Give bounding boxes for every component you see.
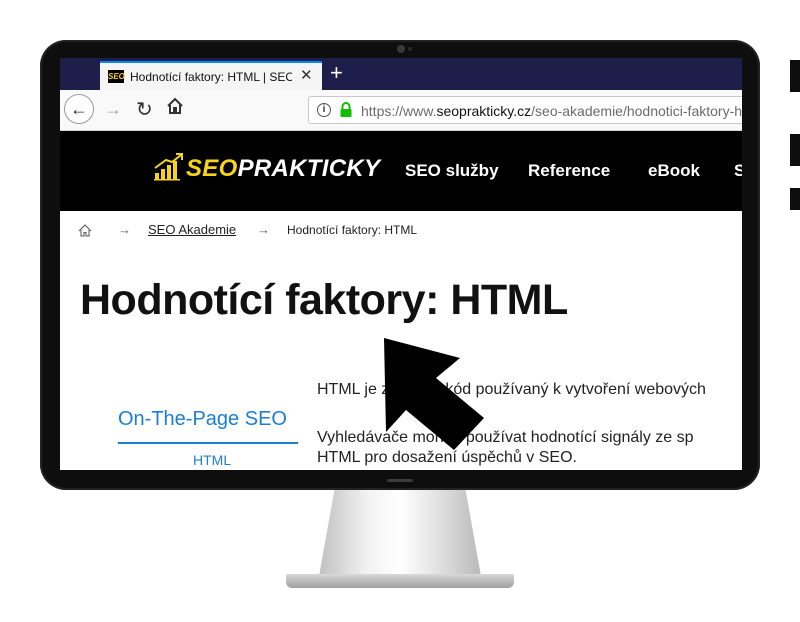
background-edge bbox=[790, 188, 800, 210]
webcam-sensor bbox=[408, 47, 412, 51]
background-edge bbox=[790, 134, 800, 166]
monitor-stand-base bbox=[286, 574, 514, 588]
background-edge bbox=[790, 60, 800, 92]
screen: SEO Hodnotící faktory: HTML | SEO ✕ + ← … bbox=[60, 58, 742, 470]
pointer-arrow-icon bbox=[384, 338, 484, 450]
webcam bbox=[397, 45, 405, 53]
monitor-logo bbox=[387, 479, 413, 482]
monitor-stand-neck bbox=[318, 490, 482, 582]
